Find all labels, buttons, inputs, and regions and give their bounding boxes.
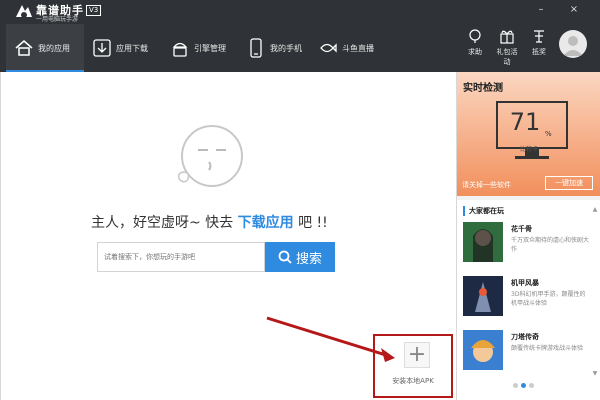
install-apk-button[interactable]: + (404, 342, 430, 368)
nav-label: 应用下载 (116, 43, 148, 53)
tool-label: 抵奖 (532, 48, 546, 56)
empty-message: 主人，好空虚呀~ 快去 下载应用 吧 !! (91, 212, 391, 232)
carousel-dot[interactable] (529, 383, 534, 388)
slogan-suffix: 吧 !! (293, 215, 328, 231)
popular-games-title: 大家都在玩 (463, 206, 504, 216)
tool-label: 求助 (468, 48, 482, 56)
search-field[interactable] (97, 242, 265, 272)
nav-label: 我的应用 (38, 43, 70, 53)
realtime-detect-panel: 实时检测 71 % 比较卡 请关掉一些软件 一键加速 (457, 72, 600, 196)
gift-icon (500, 30, 514, 44)
nav-label: 引擎管理 (194, 43, 226, 53)
phone-icon (250, 38, 262, 58)
search-icon (278, 250, 292, 264)
help-icon (469, 29, 481, 43)
scroll-down-icon[interactable]: ▼ (591, 370, 599, 378)
performance-score: 71 (509, 108, 541, 136)
game-desc: 颠覆传统卡牌游戏战斗体验 (511, 345, 584, 352)
install-apk-highlight: + 安装本地APK (373, 334, 453, 398)
title-bar: 靠谱助手 一用电脑玩手游 V3 – × (0, 0, 600, 24)
tool-label: 礼包活动 (496, 48, 518, 66)
award-icon (534, 30, 544, 43)
popular-games-panel: 大家都在玩 ▲ 花千骨 千万双众期待的虐心和侠剧大作 机甲风暴 3D科幻机甲手游… (457, 200, 600, 400)
tool-help[interactable]: 求助 (462, 28, 488, 57)
nav-bar: 我的应用 应用下载 引擎管理 我的手机 斗鱼直播 求助 礼包活动 抵奖 (0, 24, 600, 72)
carousel-dot-active[interactable] (521, 383, 526, 388)
nav-item-engine[interactable]: 引擎管理 (170, 24, 242, 72)
game-thumbnail (463, 330, 503, 370)
user-icon (563, 36, 583, 56)
main-content: 主人，好空虚呀~ 快去 下载应用 吧 !! 搜索 + 安装本地APK (0, 72, 455, 400)
game-item[interactable]: 刀塔传奇 颠覆传统卡牌游戏战斗体验 (463, 330, 595, 376)
fish-icon (320, 43, 337, 53)
version-badge: V3 (86, 5, 102, 16)
download-apps-link[interactable]: 下载应用 (238, 215, 294, 231)
app-window: 靠谱助手 一用电脑玩手游 V3 – × 我的应用 应用下载 引擎管理 我的手机 … (0, 0, 600, 400)
game-desc: 3D科幻机甲手游，颠覆性的机甲战斗体验 (511, 291, 586, 307)
slogan-prefix: 主人，好空虚呀~ 快去 (91, 215, 238, 231)
nav-label: 我的手机 (270, 43, 302, 53)
carousel-dot[interactable] (513, 383, 518, 388)
nav-item-douyu-live[interactable]: 斗鱼直播 (318, 24, 388, 72)
avatar[interactable] (559, 30, 587, 58)
nav-item-app-download[interactable]: 应用下载 (92, 24, 162, 72)
detect-hint: 请关掉一些软件 (462, 181, 511, 189)
close-button[interactable]: × (566, 3, 582, 17)
game-desc: 千万双众期待的虐心和侠剧大作 (511, 237, 590, 253)
game-name: 刀塔传奇 (511, 333, 539, 341)
empty-face-icon (177, 125, 243, 187)
install-apk-label: 安装本地APK (392, 377, 434, 385)
tool-gift[interactable]: 礼包活动 (494, 28, 520, 67)
scroll-up-icon[interactable]: ▲ (591, 206, 599, 214)
search-button-label: 搜索 (295, 251, 322, 267)
score-caption: 比较卡 (519, 146, 538, 153)
game-thumbnail (463, 222, 503, 262)
score-unit: % (545, 130, 552, 138)
nav-item-my-apps[interactable]: 我的应用 (6, 24, 84, 72)
search-input[interactable] (98, 243, 264, 271)
side-panel: 实时检测 71 % 比较卡 请关掉一些软件 一键加速 大家都在玩 ▲ 花千骨 千… (456, 72, 600, 400)
minimize-button[interactable]: – (533, 3, 549, 17)
carousel-dots (513, 383, 534, 388)
nav-item-my-phone[interactable]: 我的手机 (246, 24, 316, 72)
game-thumbnail (463, 276, 503, 316)
nav-label: 斗鱼直播 (342, 43, 374, 53)
tool-award[interactable]: 抵奖 (526, 28, 552, 57)
game-item[interactable]: 花千骨 千万双众期待的虐心和侠剧大作 (463, 222, 595, 268)
app-subtitle: 一用电脑玩手游 (36, 16, 79, 23)
game-name: 机甲风暴 (511, 279, 539, 287)
app-logo-icon (16, 5, 32, 18)
android-icon (172, 42, 188, 57)
game-item[interactable]: 机甲风暴 3D科幻机甲手游，颠覆性的机甲战斗体验 (463, 276, 595, 322)
game-name: 花千骨 (511, 225, 532, 233)
accelerate-button[interactable]: 一键加速 (545, 176, 593, 190)
download-icon (93, 39, 111, 57)
home-icon (15, 40, 33, 56)
search-button[interactable]: 搜索 (265, 242, 335, 272)
detect-title: 实时检测 (463, 83, 503, 94)
